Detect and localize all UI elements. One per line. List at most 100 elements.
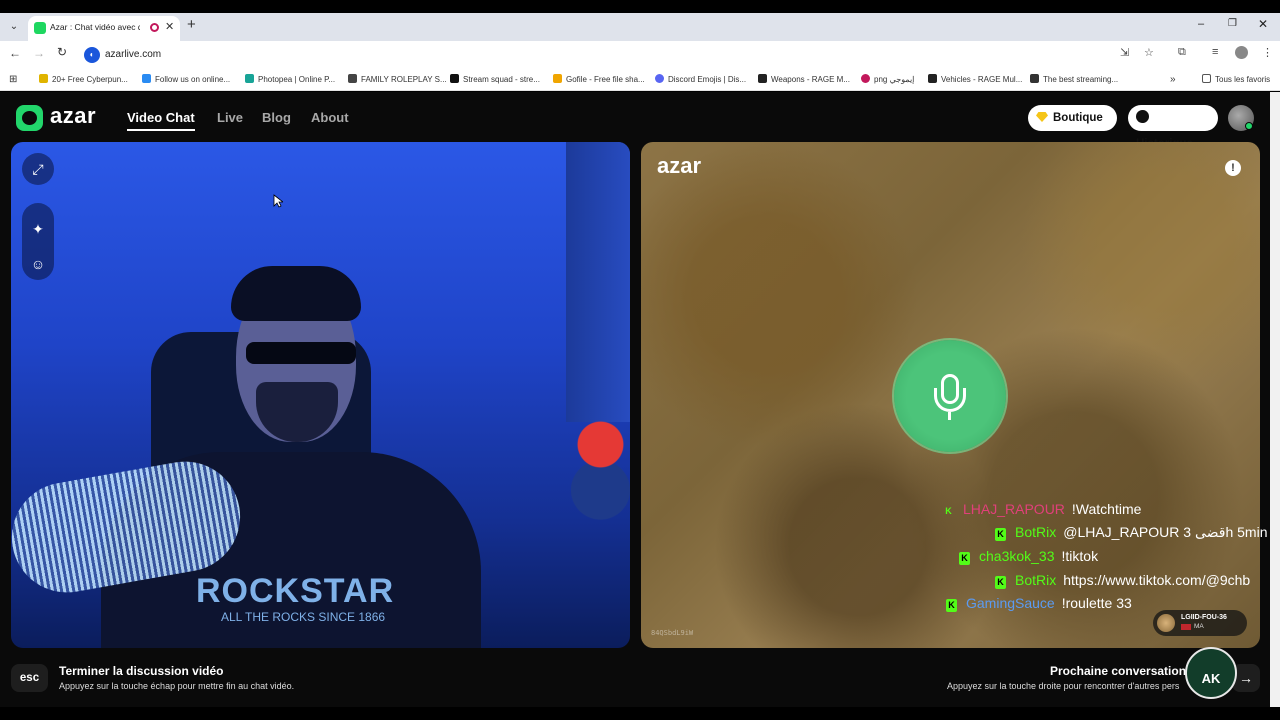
face-filter-icon[interactable]: ☺ xyxy=(22,248,54,280)
my-camera-view: ROCKSTAR ALL THE ROCKS SINCE 1866 ⤢ ✦ ☺ xyxy=(11,142,630,648)
figurine xyxy=(571,412,630,542)
chat-message: K LHAJ_RAPOUR !Watchtime xyxy=(943,501,1263,519)
reload-button[interactable]: ↻ xyxy=(57,45,67,59)
bookmark-item[interactable]: Vehicles - RAGE Mul... xyxy=(928,74,1022,87)
maximize-button[interactable]: ❐ xyxy=(1228,18,1237,29)
azar-favicon-icon xyxy=(34,22,46,34)
tab-close-icon[interactable]: ✕ xyxy=(165,20,174,33)
bookmark-favicon-icon xyxy=(758,74,767,83)
bookmark-item[interactable]: Photopea | Online P... xyxy=(245,74,335,87)
person-hair xyxy=(231,266,361,321)
bookmark-item[interactable]: png إيموجي xyxy=(861,74,914,87)
active-nav-underline xyxy=(127,129,195,131)
top-strip xyxy=(0,0,1280,13)
session-id: 84QSbdL9iW xyxy=(651,629,694,637)
azar-logo-icon[interactable] xyxy=(16,105,43,131)
azar-logo-text[interactable]: azar xyxy=(50,103,96,129)
background-wall xyxy=(566,142,630,422)
apps-grid-icon[interactable]: ⊞ xyxy=(9,74,17,87)
kick-icon: K xyxy=(945,506,952,516)
kick-icon: K xyxy=(995,576,1006,589)
end-chat-title: Terminer la discussion vidéo xyxy=(59,664,224,678)
bookmark-item[interactable]: Weapons - RAGE M... xyxy=(758,74,850,87)
tab-bar: ⌄ Azar : Chat vidéo avec de n ✕ + – ❐ ✕ xyxy=(0,13,1280,41)
install-app-icon[interactable]: ⇲ xyxy=(1120,46,1129,59)
report-icon[interactable]: ! xyxy=(1225,160,1241,176)
bookmark-favicon-icon xyxy=(348,74,357,83)
shirt-print-subtext: ALL THE ROCKS SINCE 1866 xyxy=(221,610,386,624)
end-chat-hint: Appuyez sur la touche échap pour mettre … xyxy=(59,681,295,691)
page-scrollbar[interactable] xyxy=(1270,92,1280,707)
all-bookmarks-folder[interactable]: Tous les favoris xyxy=(1202,74,1270,87)
microphone-icon-arc xyxy=(934,388,966,412)
bookmark-item[interactable]: Stream squad - stre... xyxy=(450,74,540,87)
site-info-icon[interactable]: ◐ xyxy=(84,47,100,63)
country-flag-icon xyxy=(1181,624,1191,630)
browser-tab[interactable]: Azar : Chat vidéo avec de n ✕ xyxy=(28,16,180,41)
close-window-button[interactable]: ✕ xyxy=(1258,17,1268,31)
bookmark-star-icon[interactable]: ☆ xyxy=(1144,46,1154,59)
folder-icon xyxy=(1202,74,1211,83)
gem-icon xyxy=(1036,112,1048,122)
minimize-button[interactable]: – xyxy=(1198,18,1204,30)
back-button[interactable]: ← xyxy=(9,46,21,60)
bookmark-favicon-icon xyxy=(861,74,870,83)
bookmark-item[interactable]: 20+ Free Cyberpun... xyxy=(39,74,128,87)
bookmarks-overflow-button[interactable]: » xyxy=(1170,74,1176,87)
nav-live[interactable]: Live xyxy=(217,110,243,125)
new-tab-button[interactable]: + xyxy=(187,16,196,33)
media-control-icon[interactable]: ≡ xyxy=(1212,46,1218,58)
historique-button[interactable]: Historique xyxy=(1128,105,1218,150)
next-chat-hint: Appuyez sur la touche droite pour rencon… xyxy=(947,681,1180,691)
microphone-button[interactable] xyxy=(894,340,1006,452)
camera-controls: ⤢ ✦ ☺ xyxy=(22,153,54,280)
chat-message: K BotRix https://www.tiktok.com/@9chb xyxy=(995,572,1270,590)
bookmark-favicon-icon xyxy=(553,74,562,83)
forward-button[interactable]: → xyxy=(33,46,45,60)
bookmark-item[interactable]: Discord Emojis | Dis... xyxy=(655,74,746,87)
streamer-avatar xyxy=(1157,614,1175,632)
esc-key-button[interactable]: esc xyxy=(11,664,48,692)
bookmark-favicon-icon xyxy=(245,74,254,83)
address-bar-row: ← → ↻ ◐ azarlive.com ⇲ ☆ ⧉ ≡ ⋮ xyxy=(0,41,1280,69)
sparkle-effects-icon[interactable]: ✦ xyxy=(22,213,54,245)
sunglasses xyxy=(246,342,356,364)
bookmark-favicon-icon xyxy=(450,74,459,83)
tab-search-icon[interactable]: ⌄ xyxy=(6,17,22,37)
tab-title: Azar : Chat vidéo avec de n xyxy=(50,22,140,32)
chat-message: Kcha3kok_33 !tiktok xyxy=(959,548,1259,566)
next-chat-title: Prochaine conversation v xyxy=(1050,664,1197,678)
bookmarks-bar: ⊞ 20+ Free Cyberpun... Follow us on onli… xyxy=(0,69,1280,91)
extensions-icon[interactable]: ⧉ xyxy=(1178,46,1186,59)
azar-watermark: azar xyxy=(657,153,702,178)
bookmark-item[interactable]: FAMILY ROLEPLAY S... xyxy=(348,74,447,87)
profile-icon[interactable] xyxy=(1235,46,1248,59)
kick-icon: K xyxy=(959,552,970,565)
boutique-button[interactable]: Boutique xyxy=(1028,105,1117,131)
menu-kebab-icon[interactable]: ⋮ xyxy=(1262,46,1273,59)
streamer-name: LGIID-FOU-36 xyxy=(1181,614,1227,621)
kick-icon: K xyxy=(946,599,957,612)
streamer-country: MA xyxy=(1194,623,1204,630)
bookmark-item[interactable]: The best streaming... xyxy=(1030,74,1118,87)
bookmark-item[interactable]: Follow us on online... xyxy=(142,74,230,87)
expand-icon[interactable]: ⤢ xyxy=(22,153,54,185)
recording-icon xyxy=(150,23,159,32)
streamer-badge: LGIID-FOU-36 MA xyxy=(1153,610,1247,636)
bookmark-item[interactable]: Gofile - Free file sha... xyxy=(553,74,645,87)
bookmark-favicon-icon xyxy=(928,74,937,83)
chat-message: K BotRix @LHAJ_RAPOUR قضى 3h 5min xyxy=(995,524,1270,542)
nav-blog[interactable]: Blog xyxy=(262,110,291,125)
bookmark-favicon-icon xyxy=(142,74,151,83)
url-field[interactable]: azarlive.com xyxy=(105,49,161,60)
nav-about[interactable]: About xyxy=(311,110,349,125)
bookmark-favicon-icon xyxy=(655,74,664,83)
mouse-cursor-icon xyxy=(273,194,283,208)
microphone-icon-stem xyxy=(948,412,951,420)
ak-gaming-logo: AK xyxy=(1185,647,1237,699)
nav-video-chat[interactable]: Video Chat xyxy=(127,110,195,125)
online-status-dot xyxy=(1245,122,1253,130)
logo-face-icon xyxy=(22,111,37,125)
kick-icon: K xyxy=(995,528,1006,541)
bottom-strip xyxy=(0,707,1280,720)
